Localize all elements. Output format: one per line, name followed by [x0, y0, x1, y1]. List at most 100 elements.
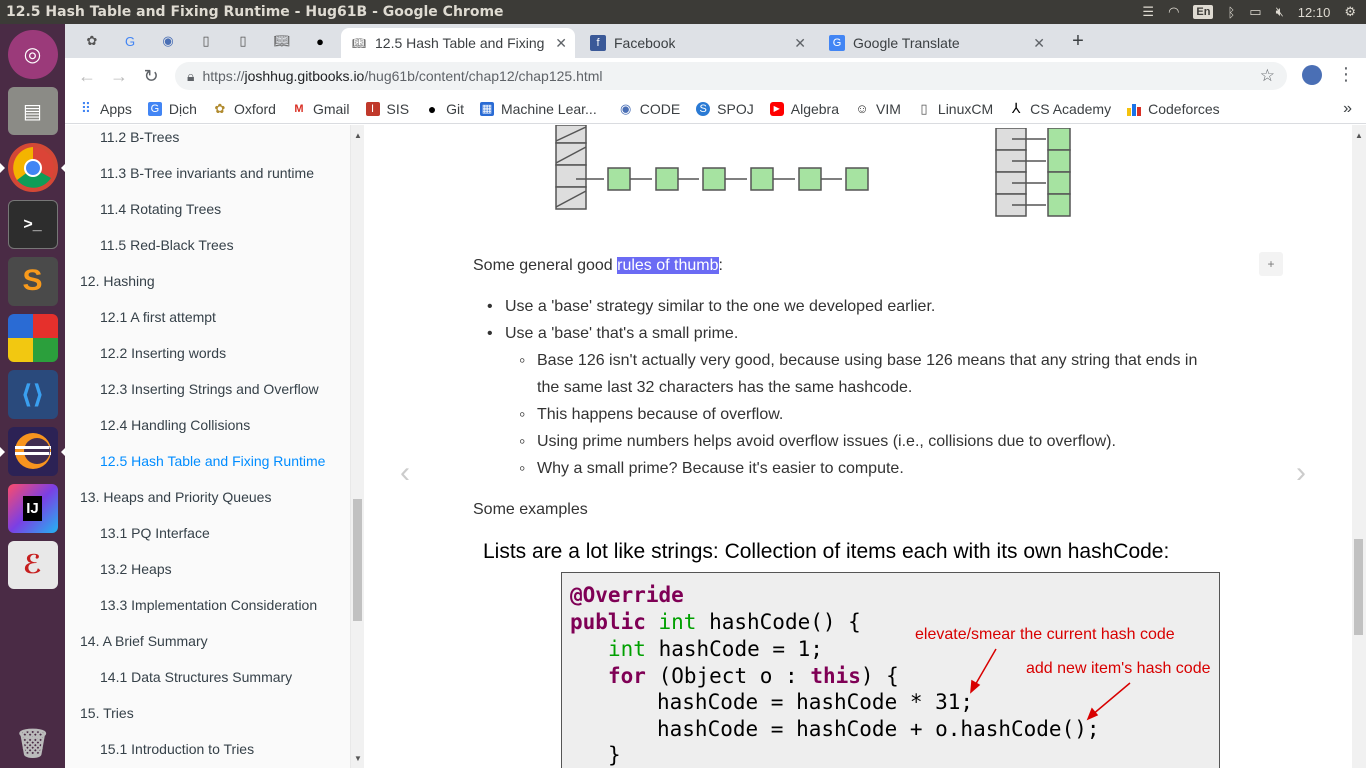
toc-item[interactable]: 12.4 Handling Collisions: [65, 407, 250, 443]
toc-item[interactable]: 13.3 Implementation Consideration: [65, 587, 317, 623]
tab-strip: ✿ G ◉ ▯ ▯ 📖︎ ● 📖︎ 12.5 Hash Table and Fi…: [65, 24, 1366, 58]
battery-icon[interactable]: ▭: [1249, 4, 1261, 20]
keyboard-layout-indicator[interactable]: En: [1193, 5, 1214, 19]
toc-item[interactable]: 13.2 Heaps: [65, 551, 172, 587]
toc-item[interactable]: 12.3 Inserting Strings and Overflow: [65, 371, 319, 407]
bookmark-dich[interactable]: G Dịch: [147, 101, 197, 117]
add-comment-button[interactable]: +: [1259, 252, 1283, 276]
wifi-icon[interactable]: ◠: [1168, 4, 1179, 20]
pinned-tab-6[interactable]: 📖︎: [270, 30, 294, 52]
bookmark-label: Apps: [100, 100, 132, 117]
app-grid-icon[interactable]: [7, 313, 58, 363]
page-icon: ▯: [239, 33, 247, 48]
chrome-icon[interactable]: [0, 143, 66, 193]
menu-icon[interactable]: ☰: [1142, 4, 1154, 20]
bookmark-code[interactable]: ◉ CODE: [619, 101, 680, 117]
back-button[interactable]: ←: [71, 66, 103, 87]
vscode-icon[interactable]: ⟨⟩: [7, 370, 58, 420]
toc-item[interactable]: 12. Hashing: [65, 263, 155, 299]
pinned-tab-4[interactable]: ▯: [194, 30, 218, 52]
bucket-diagram: [995, 128, 1071, 217]
intellij-icon[interactable]: IJ: [7, 483, 58, 533]
toc-item[interactable]: 11.2 B-Trees: [65, 125, 179, 155]
pinned-tab-3[interactable]: ◉: [156, 30, 180, 52]
bluetooth-icon[interactable]: ᛒ: [1227, 5, 1235, 20]
tab-facebook[interactable]: f Facebook ✕: [580, 28, 814, 58]
toc-item-active[interactable]: 12.5 Hash Table and Fixing Runtime: [65, 443, 325, 479]
clock[interactable]: 12:10: [1298, 5, 1331, 20]
page-scrollbar[interactable]: ▲: [1352, 125, 1366, 768]
extension-icon[interactable]: [1302, 65, 1322, 85]
ubuntu-dash-icon[interactable]: ◎: [7, 30, 58, 79]
examples-label: Some examples: [473, 501, 588, 518]
sublime-text-icon[interactable]: S: [7, 256, 58, 306]
page-content: Some general good rules of thumb: + Use …: [364, 125, 1352, 768]
bookmark-star-icon[interactable]: ☆: [1260, 66, 1275, 86]
toc-item[interactable]: 15. Tries: [65, 695, 134, 731]
highlighted-text: rules of thumb: [617, 257, 719, 274]
bullet-item: Use a 'base' strategy similar to the one…: [487, 293, 935, 320]
url-prefix: https://: [202, 68, 245, 84]
toc-item[interactable]: 13.1 PQ Interface: [65, 515, 210, 551]
codeforces-icon: [1127, 102, 1142, 116]
volume-icon[interactable]: 🔇︎: [1276, 4, 1284, 20]
power-icon[interactable]: ⚙: [1344, 4, 1356, 20]
bookmark-spoj[interactable]: S SPOJ: [696, 101, 754, 117]
pinned-tab-5[interactable]: ▯: [231, 30, 255, 52]
close-tab-icon[interactable]: ✕: [794, 35, 806, 52]
chrome-menu-icon[interactable]: ⋮: [1337, 64, 1355, 85]
trash-icon[interactable]: 🗑︎: [8, 719, 58, 768]
tab-google-translate[interactable]: G Google Translate ✕: [819, 28, 1053, 58]
reload-button[interactable]: ↻: [135, 66, 167, 87]
more-bookmarks-icon[interactable]: »: [1343, 100, 1352, 118]
scrollbar-thumb[interactable]: [353, 499, 362, 621]
bookmark-apps[interactable]: ⠿ Apps: [79, 100, 132, 117]
toc-item[interactable]: 11.3 B-Tree invariants and runtime: [65, 155, 314, 191]
scroll-up-icon[interactable]: ▲: [354, 131, 362, 140]
bookmark-label: CS Academy: [1030, 100, 1112, 117]
spoj-icon: S: [696, 101, 711, 116]
next-page-icon[interactable]: ›: [1296, 456, 1306, 490]
pinned-tab-2[interactable]: G: [118, 30, 142, 52]
bookmark-gmail[interactable]: M Gmail: [292, 101, 349, 117]
toc-item[interactable]: 11.4 Rotating Trees: [65, 191, 221, 227]
bookmark-sis[interactable]: I SIS: [365, 101, 409, 117]
sub-bullet-item: Why a small prime? Because it's easier t…: [519, 455, 904, 482]
bookmark-algebra[interactable]: ▶ Algebra: [769, 101, 839, 117]
bookmark-vim[interactable]: ☺ VIM: [855, 101, 901, 117]
toc-item[interactable]: 14. A Brief Summary: [65, 623, 208, 659]
toc-item[interactable]: 15.1 Introduction to Tries: [65, 731, 254, 767]
sidebar-scrollbar[interactable]: ▲ ▼: [350, 125, 364, 768]
toc-item[interactable]: 14.1 Data Structures Summary: [65, 659, 292, 695]
document-viewer-icon[interactable]: ℰ: [7, 540, 58, 590]
scrollbar-thumb[interactable]: [1354, 539, 1363, 635]
scroll-down-icon[interactable]: ▼: [354, 754, 362, 763]
bookmark-cs-academy[interactable]: ⅄ CS Academy: [1009, 100, 1112, 117]
gmail-icon: M: [294, 102, 304, 115]
sub-bullet-item: Base 126 isn't actually very good, becau…: [519, 347, 1197, 374]
previous-page-icon[interactable]: ‹: [400, 456, 410, 490]
toc-item[interactable]: 12.1 A first attempt: [65, 299, 216, 335]
toc-item[interactable]: 11.5 Red-Black Trees: [65, 227, 234, 263]
code-site-icon: ◉: [620, 100, 632, 116]
bookmark-git[interactable]: ● Git: [425, 101, 464, 117]
eclipse-icon[interactable]: [0, 427, 66, 476]
terminal-icon[interactable]: >_: [7, 200, 58, 249]
bookmark-codeforces[interactable]: Codeforces: [1127, 101, 1220, 117]
close-tab-icon[interactable]: ✕: [555, 35, 567, 52]
scroll-up-icon[interactable]: ▲: [1355, 131, 1363, 140]
address-bar[interactable]: 🔒︎ https://joshhug.gitbooks.io/hug61b/co…: [175, 62, 1287, 90]
files-icon[interactable]: ▤: [7, 86, 58, 136]
pinned-tab-1[interactable]: ✿: [80, 30, 104, 52]
pinned-tab-7[interactable]: ●: [308, 30, 332, 52]
close-tab-icon[interactable]: ✕: [1033, 35, 1045, 52]
forward-button[interactable]: →: [103, 66, 135, 87]
bookmark-oxford[interactable]: ✿ Oxford: [213, 101, 275, 117]
tab-hash-table[interactable]: 📖︎ 12.5 Hash Table and Fixing ✕: [341, 28, 575, 58]
app-icon: ✿: [86, 33, 98, 48]
toc-item[interactable]: 12.2 Inserting words: [65, 335, 226, 371]
bookmark-linuxcm[interactable]: ▯ LinuxCM: [917, 101, 993, 117]
bookmark-machine-learning[interactable]: ▦ Machine Lear...: [479, 101, 597, 117]
toc-item[interactable]: 13. Heaps and Priority Queues: [65, 479, 271, 515]
new-tab-button[interactable]: +: [1066, 30, 1090, 52]
